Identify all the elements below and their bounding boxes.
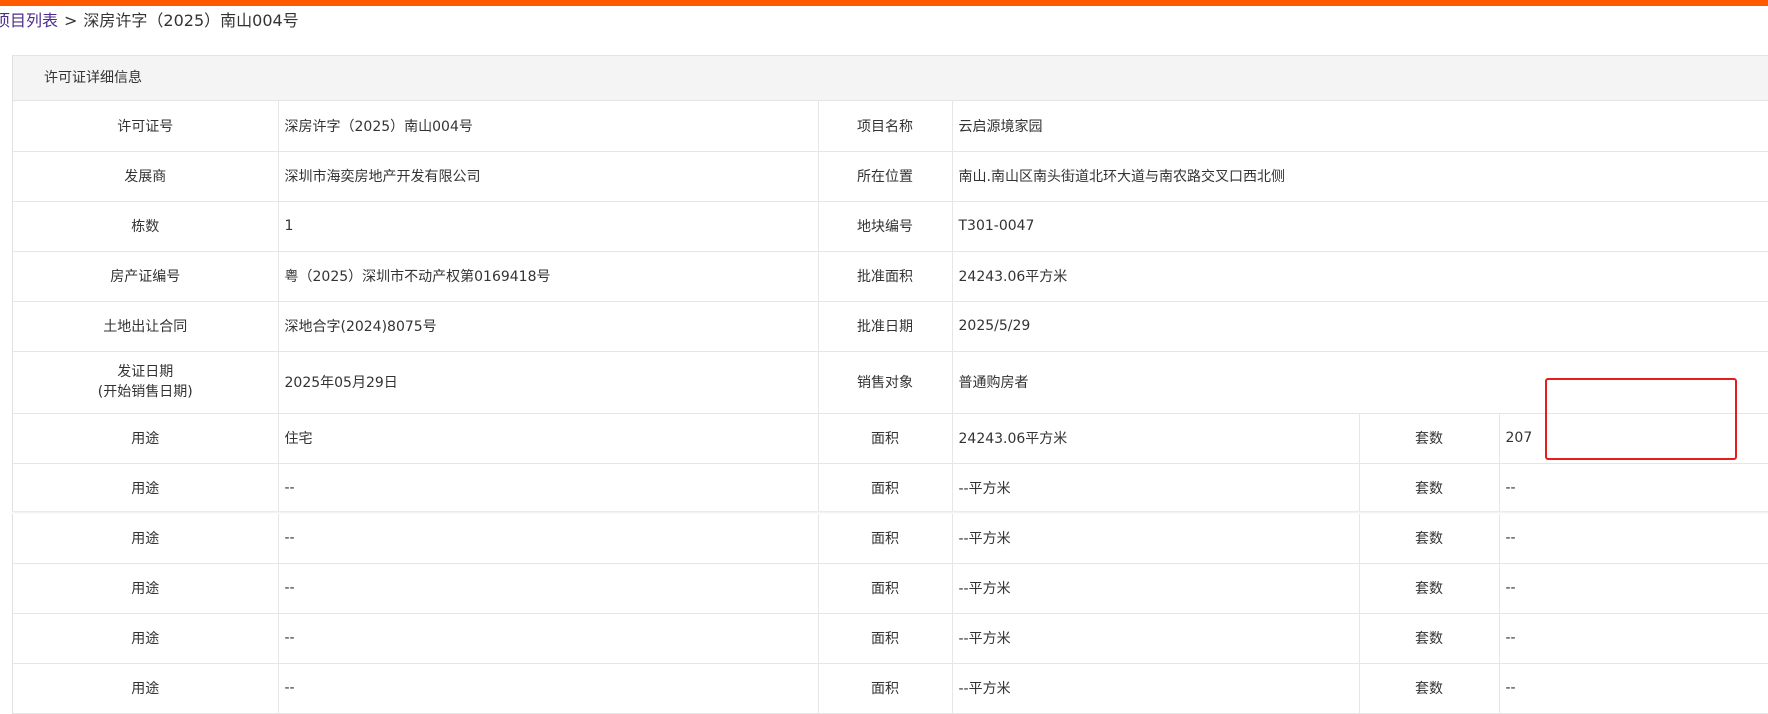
units-value: -- xyxy=(1499,463,1768,514)
table-row: 用途 -- 面积 --平方米 套数 -- xyxy=(13,613,1768,664)
area-label: 面积 xyxy=(818,413,953,464)
units-value: 207 xyxy=(1499,413,1768,464)
table-row: 许可证号 深房许字（2025）南山004号 项目名称 云启源境家园 xyxy=(13,101,1768,152)
breadcrumb-project-list-link[interactable]: 项目列表 xyxy=(0,11,58,30)
area-value: --平方米 xyxy=(952,613,1360,664)
area-value: --平方米 xyxy=(952,463,1360,514)
units-label: 套数 xyxy=(1359,563,1500,614)
location-value: 南山.南山区南头街道北环大道与南农路交叉口西北侧 xyxy=(952,151,1768,202)
units-label: 套数 xyxy=(1359,663,1500,714)
breadcrumb-current: 深房许字（2025）南山004号 xyxy=(83,11,299,30)
issue-date-label: 发证日期 (开始销售日期) xyxy=(13,351,279,414)
units-label: 套数 xyxy=(1359,513,1500,564)
plot-no-label: 地块编号 xyxy=(818,201,953,252)
usage-label: 用途 xyxy=(13,563,279,614)
license-no-label: 许可证号 xyxy=(13,101,279,152)
area-label: 面积 xyxy=(818,563,953,614)
panel-title: 许可证详细信息 xyxy=(13,55,1768,101)
area-label: 面积 xyxy=(818,663,953,714)
license-detail-table: 许可证号 深房许字（2025）南山004号 项目名称 云启源境家园 发展商 深圳… xyxy=(13,101,1768,714)
area-label: 面积 xyxy=(818,513,953,564)
plot-no-value: T301-0047 xyxy=(952,201,1768,252)
usage-label: 用途 xyxy=(13,663,279,714)
usage-value: -- xyxy=(278,663,819,714)
approval-date-value: 2025/5/29 xyxy=(952,301,1768,352)
table-row: 栋数 1 地块编号 T301-0047 xyxy=(13,201,1768,252)
table-row: 发证日期 (开始销售日期) 2025年05月29日 销售对象 普通购房者 xyxy=(13,351,1768,414)
building-count-label: 栋数 xyxy=(13,201,279,252)
usage-label: 用途 xyxy=(13,613,279,664)
breadcrumb: 项目列表 > 深房许字（2025）南山004号 xyxy=(0,10,299,32)
license-detail-panel: 许可证详细信息 许可证号 深房许字（2025）南山004号 项目名称 云启源境家… xyxy=(12,55,1768,714)
area-label: 面积 xyxy=(818,463,953,514)
project-name-label: 项目名称 xyxy=(818,101,953,152)
location-label: 所在位置 xyxy=(818,151,953,202)
property-cert-value: 粤（2025）深圳市不动产权第0169418号 xyxy=(278,251,819,302)
developer-value: 深圳市海奕房地产开发有限公司 xyxy=(278,151,819,202)
land-contract-value: 深地合字(2024)8075号 xyxy=(278,301,819,352)
sales-target-label: 销售对象 xyxy=(818,351,953,414)
table-row: 房产证编号 粤（2025）深圳市不动产权第0169418号 批准面积 24243… xyxy=(13,251,1768,302)
top-accent-bar xyxy=(0,0,1768,6)
usage-value: 住宅 xyxy=(278,413,819,464)
building-count-value: 1 xyxy=(278,201,819,252)
area-value: --平方米 xyxy=(952,663,1360,714)
property-cert-label: 房产证编号 xyxy=(13,251,279,302)
area-value: --平方米 xyxy=(952,513,1360,564)
sales-target-value: 普通购房者 xyxy=(952,351,1768,414)
units-label: 套数 xyxy=(1359,413,1500,464)
units-value: -- xyxy=(1499,513,1768,564)
usage-value: -- xyxy=(278,613,819,664)
usage-value: -- xyxy=(278,513,819,564)
usage-label: 用途 xyxy=(13,463,279,514)
approved-area-value: 24243.06平方米 xyxy=(952,251,1768,302)
units-value: -- xyxy=(1499,613,1768,664)
approval-date-label: 批准日期 xyxy=(818,301,953,352)
table-row: 用途 -- 面积 --平方米 套数 -- xyxy=(13,663,1768,714)
table-row: 用途 -- 面积 --平方米 套数 -- xyxy=(13,513,1768,564)
table-row: 用途 -- 面积 --平方米 套数 -- xyxy=(13,563,1768,614)
units-value: -- xyxy=(1499,563,1768,614)
units-label: 套数 xyxy=(1359,613,1500,664)
developer-label: 发展商 xyxy=(13,151,279,202)
land-contract-label: 土地出让合同 xyxy=(13,301,279,352)
area-value: --平方米 xyxy=(952,563,1360,614)
table-row: 发展商 深圳市海奕房地产开发有限公司 所在位置 南山.南山区南头街道北环大道与南… xyxy=(13,151,1768,202)
table-row: 用途 -- 面积 --平方米 套数 -- xyxy=(13,463,1768,514)
table-row: 土地出让合同 深地合字(2024)8075号 批准日期 2025/5/29 xyxy=(13,301,1768,352)
table-row: 用途 住宅 面积 24243.06平方米 套数 207 xyxy=(13,413,1768,464)
license-no-value: 深房许字（2025）南山004号 xyxy=(278,101,819,152)
approved-area-label: 批准面积 xyxy=(818,251,953,302)
issue-date-label-line2: (开始销售日期) xyxy=(97,384,193,400)
usage-label: 用途 xyxy=(13,513,279,564)
units-value: -- xyxy=(1499,663,1768,714)
issue-date-label-line1: 发证日期 xyxy=(117,364,174,380)
usage-value: -- xyxy=(278,463,819,514)
breadcrumb-separator: > xyxy=(64,11,78,30)
row-divider-shadow xyxy=(12,511,1768,514)
usage-value: -- xyxy=(278,563,819,614)
units-label: 套数 xyxy=(1359,463,1500,514)
usage-label: 用途 xyxy=(13,413,279,464)
area-label: 面积 xyxy=(818,613,953,664)
issue-date-value: 2025年05月29日 xyxy=(278,351,819,414)
area-value: 24243.06平方米 xyxy=(952,413,1360,464)
project-name-value: 云启源境家园 xyxy=(952,101,1768,152)
